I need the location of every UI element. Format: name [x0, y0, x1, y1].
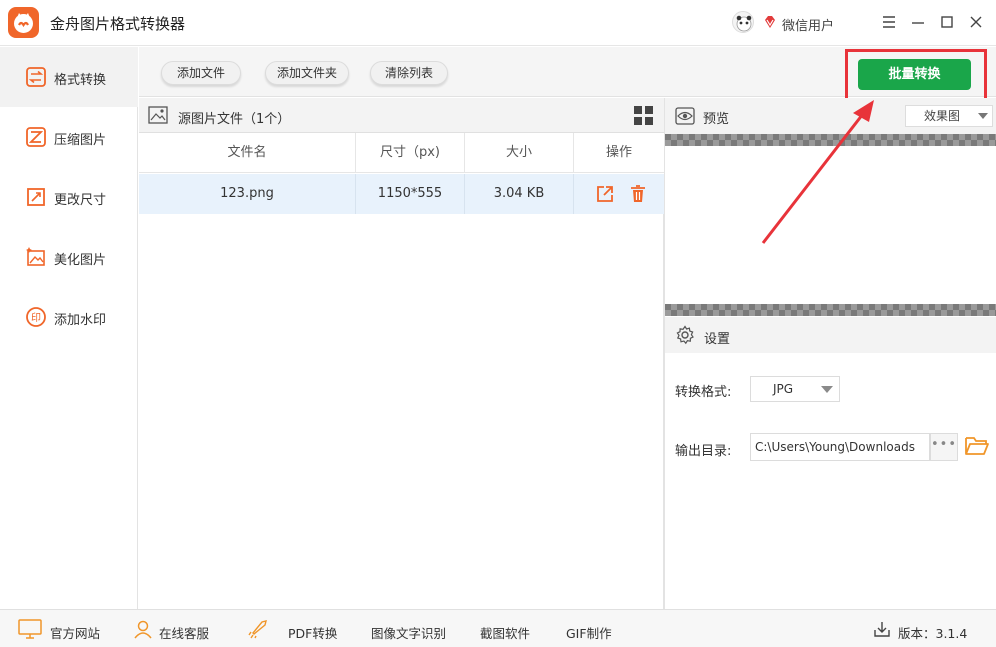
file-dimensions-cell: 1150*555	[356, 174, 465, 214]
settings-body: 转换格式: JPG 输出目录: C:\Users\Young\Downloads…	[665, 353, 996, 609]
settings-label: 设置	[704, 332, 731, 347]
app-title: 金舟图片格式转换器	[50, 15, 186, 33]
sidebar-item-compress[interactable]: 压缩图片	[0, 107, 138, 167]
file-name-cell: 123.png	[139, 174, 356, 214]
sidebar-item-beautify[interactable]: 美化图片	[0, 227, 138, 287]
sidebar: 格式转换 压缩图片 更改尺寸 美化图片 印 添加水印	[0, 47, 138, 609]
preview-checker-bottom	[665, 304, 996, 316]
preview-canvas	[665, 146, 996, 304]
title-bar: 金舟图片格式转换器 微信用户	[0, 0, 996, 46]
sidebar-item-resize[interactable]: 更改尺寸	[0, 167, 138, 227]
clear-list-button[interactable]: 清除列表	[370, 61, 448, 85]
batch-convert-button[interactable]: 批量转换	[858, 59, 971, 90]
monitor-icon	[18, 619, 42, 639]
preview-mode-select[interactable]: 效果图	[905, 105, 993, 127]
format-select-value: JPG	[773, 382, 794, 396]
chevron-down-icon	[821, 386, 833, 393]
sidebar-item-label: 更改尺寸	[54, 193, 107, 208]
compress-icon	[26, 127, 46, 147]
menu-icon[interactable]	[879, 12, 899, 32]
column-header-dimensions: 尺寸（px)	[356, 133, 465, 173]
gif-maker-link[interactable]: GIF制作	[566, 623, 612, 642]
beautify-icon	[26, 247, 45, 266]
file-list-header: 源图片文件（1个）	[139, 98, 664, 133]
image-icon	[148, 106, 168, 124]
column-header-size: 大小	[465, 133, 574, 173]
preview-header: 预览 效果图	[665, 98, 996, 134]
output-dir-input[interactable]: C:\Users\Young\Downloads	[750, 433, 930, 461]
preview-label: 预览	[703, 112, 730, 127]
file-list-title: 源图片文件（1个）	[178, 112, 291, 127]
official-website-link[interactable]: 官方网站	[50, 623, 100, 642]
watermark-icon: 印	[26, 307, 46, 327]
sidebar-item-format-convert[interactable]: 格式转换	[0, 47, 138, 107]
close-icon[interactable]	[966, 12, 986, 32]
table-row[interactable]: 123.png 1150*555 3.04 KB	[139, 174, 664, 214]
open-external-icon[interactable]	[595, 184, 615, 204]
resize-icon	[27, 188, 45, 206]
browse-more-button[interactable]: •••	[930, 433, 958, 461]
minimize-icon[interactable]	[908, 12, 928, 32]
user-name[interactable]: 微信用户	[782, 15, 834, 34]
user-avatar[interactable]	[732, 11, 754, 33]
chevron-down-icon	[978, 113, 988, 119]
sidebar-item-label: 添加水印	[54, 313, 107, 328]
screenshot-software-link[interactable]: 截图软件	[480, 623, 530, 642]
file-actions-cell	[574, 174, 664, 214]
batch-convert-highlight-box: 批量转换	[845, 49, 987, 101]
sidebar-item-label: 压缩图片	[54, 133, 107, 148]
rocket-icon	[248, 620, 267, 639]
column-header-filename: 文件名	[139, 133, 356, 173]
column-header-actions: 操作	[574, 133, 664, 173]
gear-icon	[676, 325, 694, 345]
format-label: 转换格式:	[675, 385, 732, 400]
vip-diamond-icon	[763, 15, 777, 33]
settings-header: 设置	[665, 317, 996, 353]
folder-icon[interactable]	[964, 435, 990, 457]
swap-icon	[26, 67, 46, 87]
ocr-link[interactable]: 图像文字识别	[371, 623, 446, 642]
delete-trash-icon[interactable]	[628, 184, 648, 204]
preview-mode-value: 效果图	[924, 109, 961, 123]
bottom-bar: 官方网站 在线客服 PDF转换 图像文字识别 截图软件 GIF制作 版本：3.1…	[0, 609, 996, 647]
sidebar-item-watermark[interactable]: 印 添加水印	[0, 287, 138, 347]
format-select[interactable]: JPG	[750, 376, 840, 402]
add-file-button[interactable]: 添加文件	[161, 61, 241, 85]
maximize-icon[interactable]	[937, 12, 957, 32]
grid-view-icon[interactable]	[634, 106, 653, 125]
svg-text:印: 印	[31, 312, 41, 324]
add-folder-button[interactable]: 添加文件夹	[265, 61, 349, 85]
eye-icon	[675, 107, 695, 125]
version-label: 版本：3.1.4	[898, 626, 968, 641]
sidebar-item-label: 美化图片	[54, 253, 107, 268]
file-size-cell: 3.04 KB	[465, 174, 574, 214]
file-list-body	[139, 214, 664, 609]
download-icon	[874, 622, 890, 637]
online-support-link[interactable]: 在线客服	[159, 623, 209, 642]
preview-checker-top	[665, 134, 996, 146]
sidebar-item-label: 格式转换	[54, 73, 107, 88]
pdf-convert-link[interactable]: PDF转换	[288, 623, 337, 642]
customer-service-icon	[134, 620, 152, 639]
app-logo-icon	[8, 7, 39, 38]
output-dir-label: 输出目录:	[675, 444, 732, 459]
